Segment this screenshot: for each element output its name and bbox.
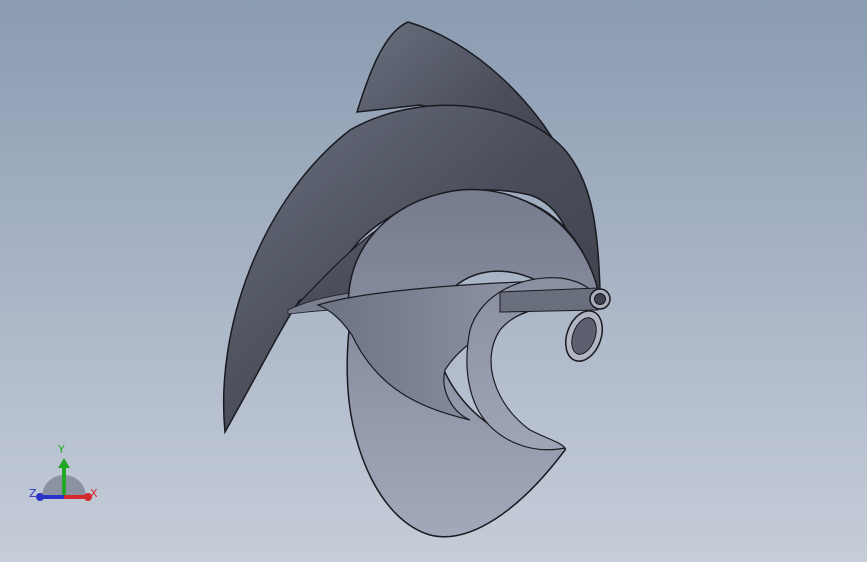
z-axis-label: Z [29,487,37,500]
coordinate-triad: Y X Z [28,440,104,510]
y-axis-label: Y [58,443,65,456]
shaft-tube [499,287,599,313]
3d-model[interactable] [0,0,867,562]
y-axis-arrow [58,458,70,468]
x-axis-label: X [90,487,98,500]
graphics-viewport[interactable]: Y X Z [0,0,867,562]
